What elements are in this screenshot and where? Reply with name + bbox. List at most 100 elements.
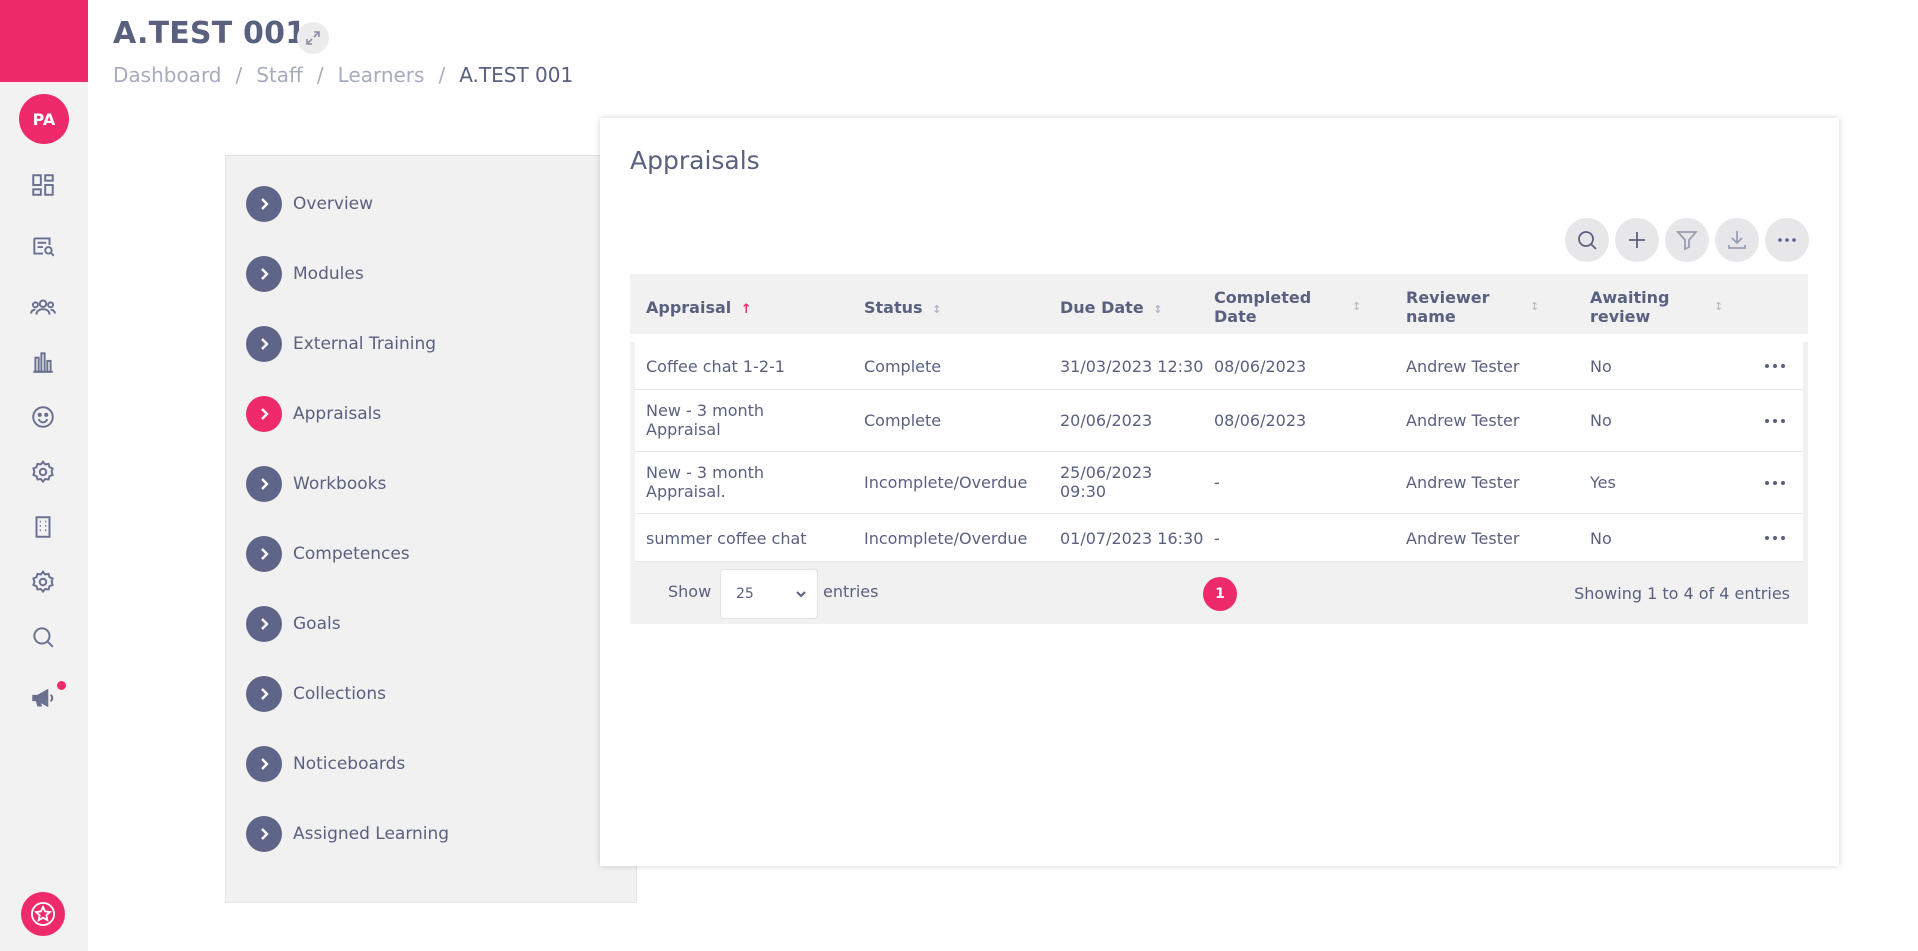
nav-item-label: Competences <box>293 544 410 564</box>
cell-awaiting-review: No <box>1590 529 1612 548</box>
brand-logo[interactable] <box>0 0 88 82</box>
row-menu-icon[interactable] <box>1765 478 1785 488</box>
cell-due-date: 01/07/2023 16:30 <box>1060 529 1204 548</box>
table-row[interactable]: New - 3 month Appraisal Complete 20/06/2… <box>635 390 1803 452</box>
bar-chart-icon[interactable] <box>28 347 58 377</box>
column-header-appraisal[interactable]: Appraisal ↑ <box>646 298 752 319</box>
chevron-right-icon <box>246 326 282 362</box>
more-icon <box>1778 238 1796 242</box>
breadcrumb: Dashboard / Staff / Learners / A.TEST 00… <box>113 63 573 87</box>
smiley-icon[interactable] <box>28 402 58 432</box>
nav-item-collections[interactable]: Collections <box>246 676 386 712</box>
pagination-page-1[interactable]: 1 <box>1203 577 1237 611</box>
column-header-due-date[interactable]: Due Date ↕ <box>1060 298 1162 319</box>
chevron-right-icon <box>246 676 282 712</box>
dashboard-icon[interactable] <box>28 170 58 200</box>
more-button[interactable] <box>1765 218 1809 262</box>
search-document-icon[interactable] <box>28 231 58 261</box>
nav-item-label: Collections <box>293 684 386 704</box>
chevron-right-icon <box>246 746 282 782</box>
nav-item-goals[interactable]: Goals <box>246 606 341 642</box>
nav-item-assigned-learning[interactable]: Assigned Learning <box>246 816 449 852</box>
column-header-awaiting-review[interactable]: Awaiting review <box>1590 288 1700 326</box>
nav-item-label: External Training <box>293 334 437 354</box>
download-button[interactable] <box>1715 218 1759 262</box>
star-badge-icon[interactable] <box>21 892 65 936</box>
settings-icon[interactable] <box>28 457 58 487</box>
cell-appraisal[interactable]: New - 3 month Appraisal <box>646 401 796 439</box>
cell-reviewer-name: Andrew Tester <box>1406 357 1520 376</box>
download-icon <box>1728 231 1746 249</box>
appraisals-card: Appraisals Appraisal ↑ Status ↕ Due Date… <box>600 118 1839 866</box>
cell-due-date: 31/03/2023 12:30 <box>1060 357 1204 376</box>
cell-awaiting-review: Yes <box>1590 473 1616 492</box>
page-size-select[interactable]: 25 <box>720 569 818 619</box>
notification-dot <box>57 681 66 690</box>
breadcrumb-dashboard[interactable]: Dashboard <box>113 63 222 87</box>
chevron-down-icon <box>795 588 807 600</box>
breadcrumb-separator: / <box>438 63 446 87</box>
add-button[interactable] <box>1615 218 1659 262</box>
plus-icon <box>1629 232 1645 248</box>
chevron-right-icon <box>246 606 282 642</box>
nav-item-label: Noticeboards <box>293 754 406 774</box>
nav-item-label: Overview <box>293 194 374 214</box>
nav-item-modules[interactable]: Modules <box>246 256 364 292</box>
nav-item-workbooks[interactable]: Workbooks <box>246 466 386 502</box>
cell-completed-date: - <box>1214 473 1220 492</box>
table-header: Appraisal ↑ Status ↕ Due Date ↕ Complete… <box>630 274 1808 342</box>
table-row[interactable]: summer coffee chat Incomplete/Overdue 01… <box>635 514 1803 562</box>
building-icon[interactable] <box>28 512 58 542</box>
cell-appraisal[interactable]: summer coffee chat <box>646 529 807 548</box>
sort-icon: ↕ <box>1153 303 1163 316</box>
table-body: Coffee chat 1-2-1 Complete 31/03/2023 12… <box>630 342 1808 562</box>
expand-button[interactable] <box>297 22 329 54</box>
table-row[interactable]: New - 3 month Appraisal. Incomplete/Over… <box>635 452 1803 514</box>
users-icon[interactable] <box>28 292 58 322</box>
row-menu-icon[interactable] <box>1765 533 1785 543</box>
chevron-right-icon <box>246 816 282 852</box>
nav-item-appraisals[interactable]: Appraisals <box>246 396 381 432</box>
sort-asc-icon: ↑ <box>740 302 752 317</box>
breadcrumb-separator: / <box>316 63 324 87</box>
sort-icon: ↕ <box>1714 300 1724 313</box>
cell-reviewer-name: Andrew Tester <box>1406 529 1520 548</box>
nav-item-overview[interactable]: Overview <box>246 186 373 222</box>
row-menu-icon[interactable] <box>1765 416 1785 426</box>
cell-reviewer-name: Andrew Tester <box>1406 473 1520 492</box>
cell-status: Complete <box>864 357 942 376</box>
cell-completed-date: 08/06/2023 <box>1214 411 1307 430</box>
appraisals-table: Appraisal ↑ Status ↕ Due Date ↕ Complete… <box>630 274 1808 624</box>
nav-item-competences[interactable]: Competences <box>246 536 410 572</box>
breadcrumb-staff[interactable]: Staff <box>256 63 303 87</box>
cell-appraisal[interactable]: Coffee chat 1-2-1 <box>646 357 785 376</box>
chevron-right-icon <box>246 256 282 292</box>
breadcrumb-current: A.TEST 001 <box>459 63 574 87</box>
cell-status: Incomplete/Overdue <box>864 529 1028 548</box>
chevron-right-icon <box>246 466 282 502</box>
row-menu-icon[interactable] <box>1765 361 1785 371</box>
nav-item-external-training[interactable]: External Training <box>246 326 436 362</box>
column-header-reviewer-name[interactable]: Reviewer name <box>1406 288 1526 326</box>
page-title: A.TEST 001 <box>113 16 307 51</box>
table-toolbar <box>1565 218 1809 262</box>
nav-item-label: Goals <box>293 614 341 634</box>
show-label: Show <box>668 582 712 601</box>
filter-button[interactable] <box>1665 218 1709 262</box>
settings-icon[interactable] <box>28 567 58 597</box>
user-avatar[interactable]: PA <box>19 94 69 144</box>
megaphone-icon[interactable] <box>28 683 58 713</box>
cell-status: Incomplete/Overdue <box>864 473 1028 492</box>
chevron-right-icon <box>246 536 282 572</box>
cell-completed-date: 08/06/2023 <box>1214 357 1307 376</box>
breadcrumb-learners[interactable]: Learners <box>338 63 425 87</box>
column-header-completed-date[interactable]: Completed Date <box>1214 288 1344 326</box>
search-button[interactable] <box>1565 218 1609 262</box>
entries-summary: Showing 1 to 4 of 4 entries <box>1574 584 1790 603</box>
cell-appraisal[interactable]: New - 3 month Appraisal. <box>646 463 796 501</box>
column-header-status[interactable]: Status ↕ <box>864 298 941 319</box>
table-row[interactable]: Coffee chat 1-2-1 Complete 31/03/2023 12… <box>635 342 1803 390</box>
nav-item-noticeboards[interactable]: Noticeboards <box>246 746 405 782</box>
chevron-right-icon <box>246 186 282 222</box>
search-icon[interactable] <box>28 622 58 652</box>
